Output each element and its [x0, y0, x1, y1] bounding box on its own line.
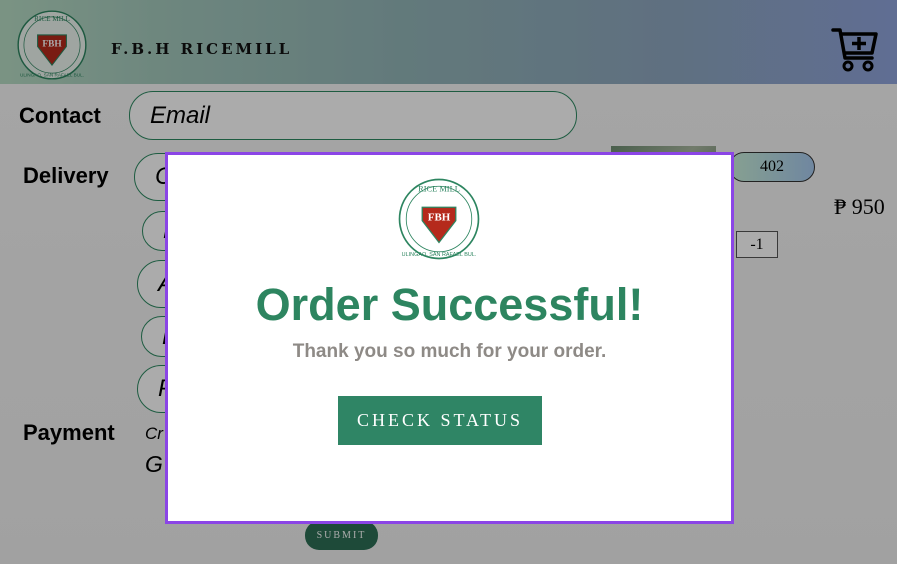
modal-title: Order Successful!	[255, 279, 644, 330]
modal-subtitle: Thank you so much for your order.	[292, 341, 607, 362]
ricemill-logo: RICE MILL FBH ULINGAO, SAN RAFAEL BUL.	[398, 178, 480, 260]
svg-text:RICE MILL: RICE MILL	[418, 184, 460, 193]
check-status-button[interactable]: CHECK STATUS	[338, 396, 542, 445]
svg-text:FBH: FBH	[428, 212, 451, 224]
order-success-modal: RICE MILL FBH ULINGAO, SAN RAFAEL BUL. O…	[165, 152, 734, 524]
svg-text:ULINGAO, SAN RAFAEL BUL.: ULINGAO, SAN RAFAEL BUL.	[402, 252, 477, 258]
